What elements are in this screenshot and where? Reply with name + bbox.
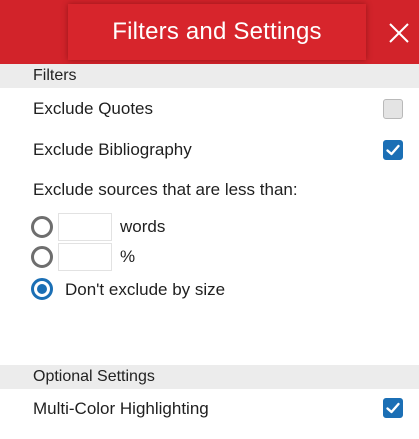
multi-color-highlighting-label: Multi-Color Highlighting bbox=[33, 399, 209, 418]
words-unit-label: words bbox=[120, 217, 166, 236]
radio-percent[interactable] bbox=[31, 246, 53, 268]
dont-exclude-label: Don't exclude by size bbox=[65, 280, 226, 299]
checkmark-icon bbox=[386, 144, 400, 156]
size-threshold-prompt: Exclude sources that are less than: bbox=[33, 180, 298, 199]
words-threshold-input[interactable] bbox=[58, 213, 112, 241]
exclude-quotes-label: Exclude Quotes bbox=[33, 99, 154, 118]
close-icon bbox=[389, 22, 409, 43]
radio-dont-exclude[interactable] bbox=[31, 278, 53, 300]
optional-settings-section-header: Optional Settings bbox=[0, 365, 419, 389]
radio-words[interactable] bbox=[31, 216, 53, 238]
checkmark-icon bbox=[386, 402, 400, 414]
exclude-bibliography-checkbox[interactable] bbox=[383, 140, 403, 160]
percent-unit-label: % bbox=[120, 247, 136, 266]
filters-section-header: Filters bbox=[0, 64, 419, 88]
panel-title: Filters and Settings bbox=[112, 18, 322, 45]
exclude-bibliography-label: Exclude Bibliography bbox=[33, 140, 192, 159]
header-bar: Filters and Settings bbox=[0, 0, 419, 65]
header-title-box: Filters and Settings bbox=[68, 4, 366, 60]
exclude-quotes-checkbox[interactable] bbox=[383, 99, 403, 119]
multi-color-highlighting-checkbox[interactable] bbox=[383, 398, 403, 418]
percent-threshold-input[interactable] bbox=[58, 243, 112, 271]
close-button[interactable] bbox=[379, 0, 419, 65]
